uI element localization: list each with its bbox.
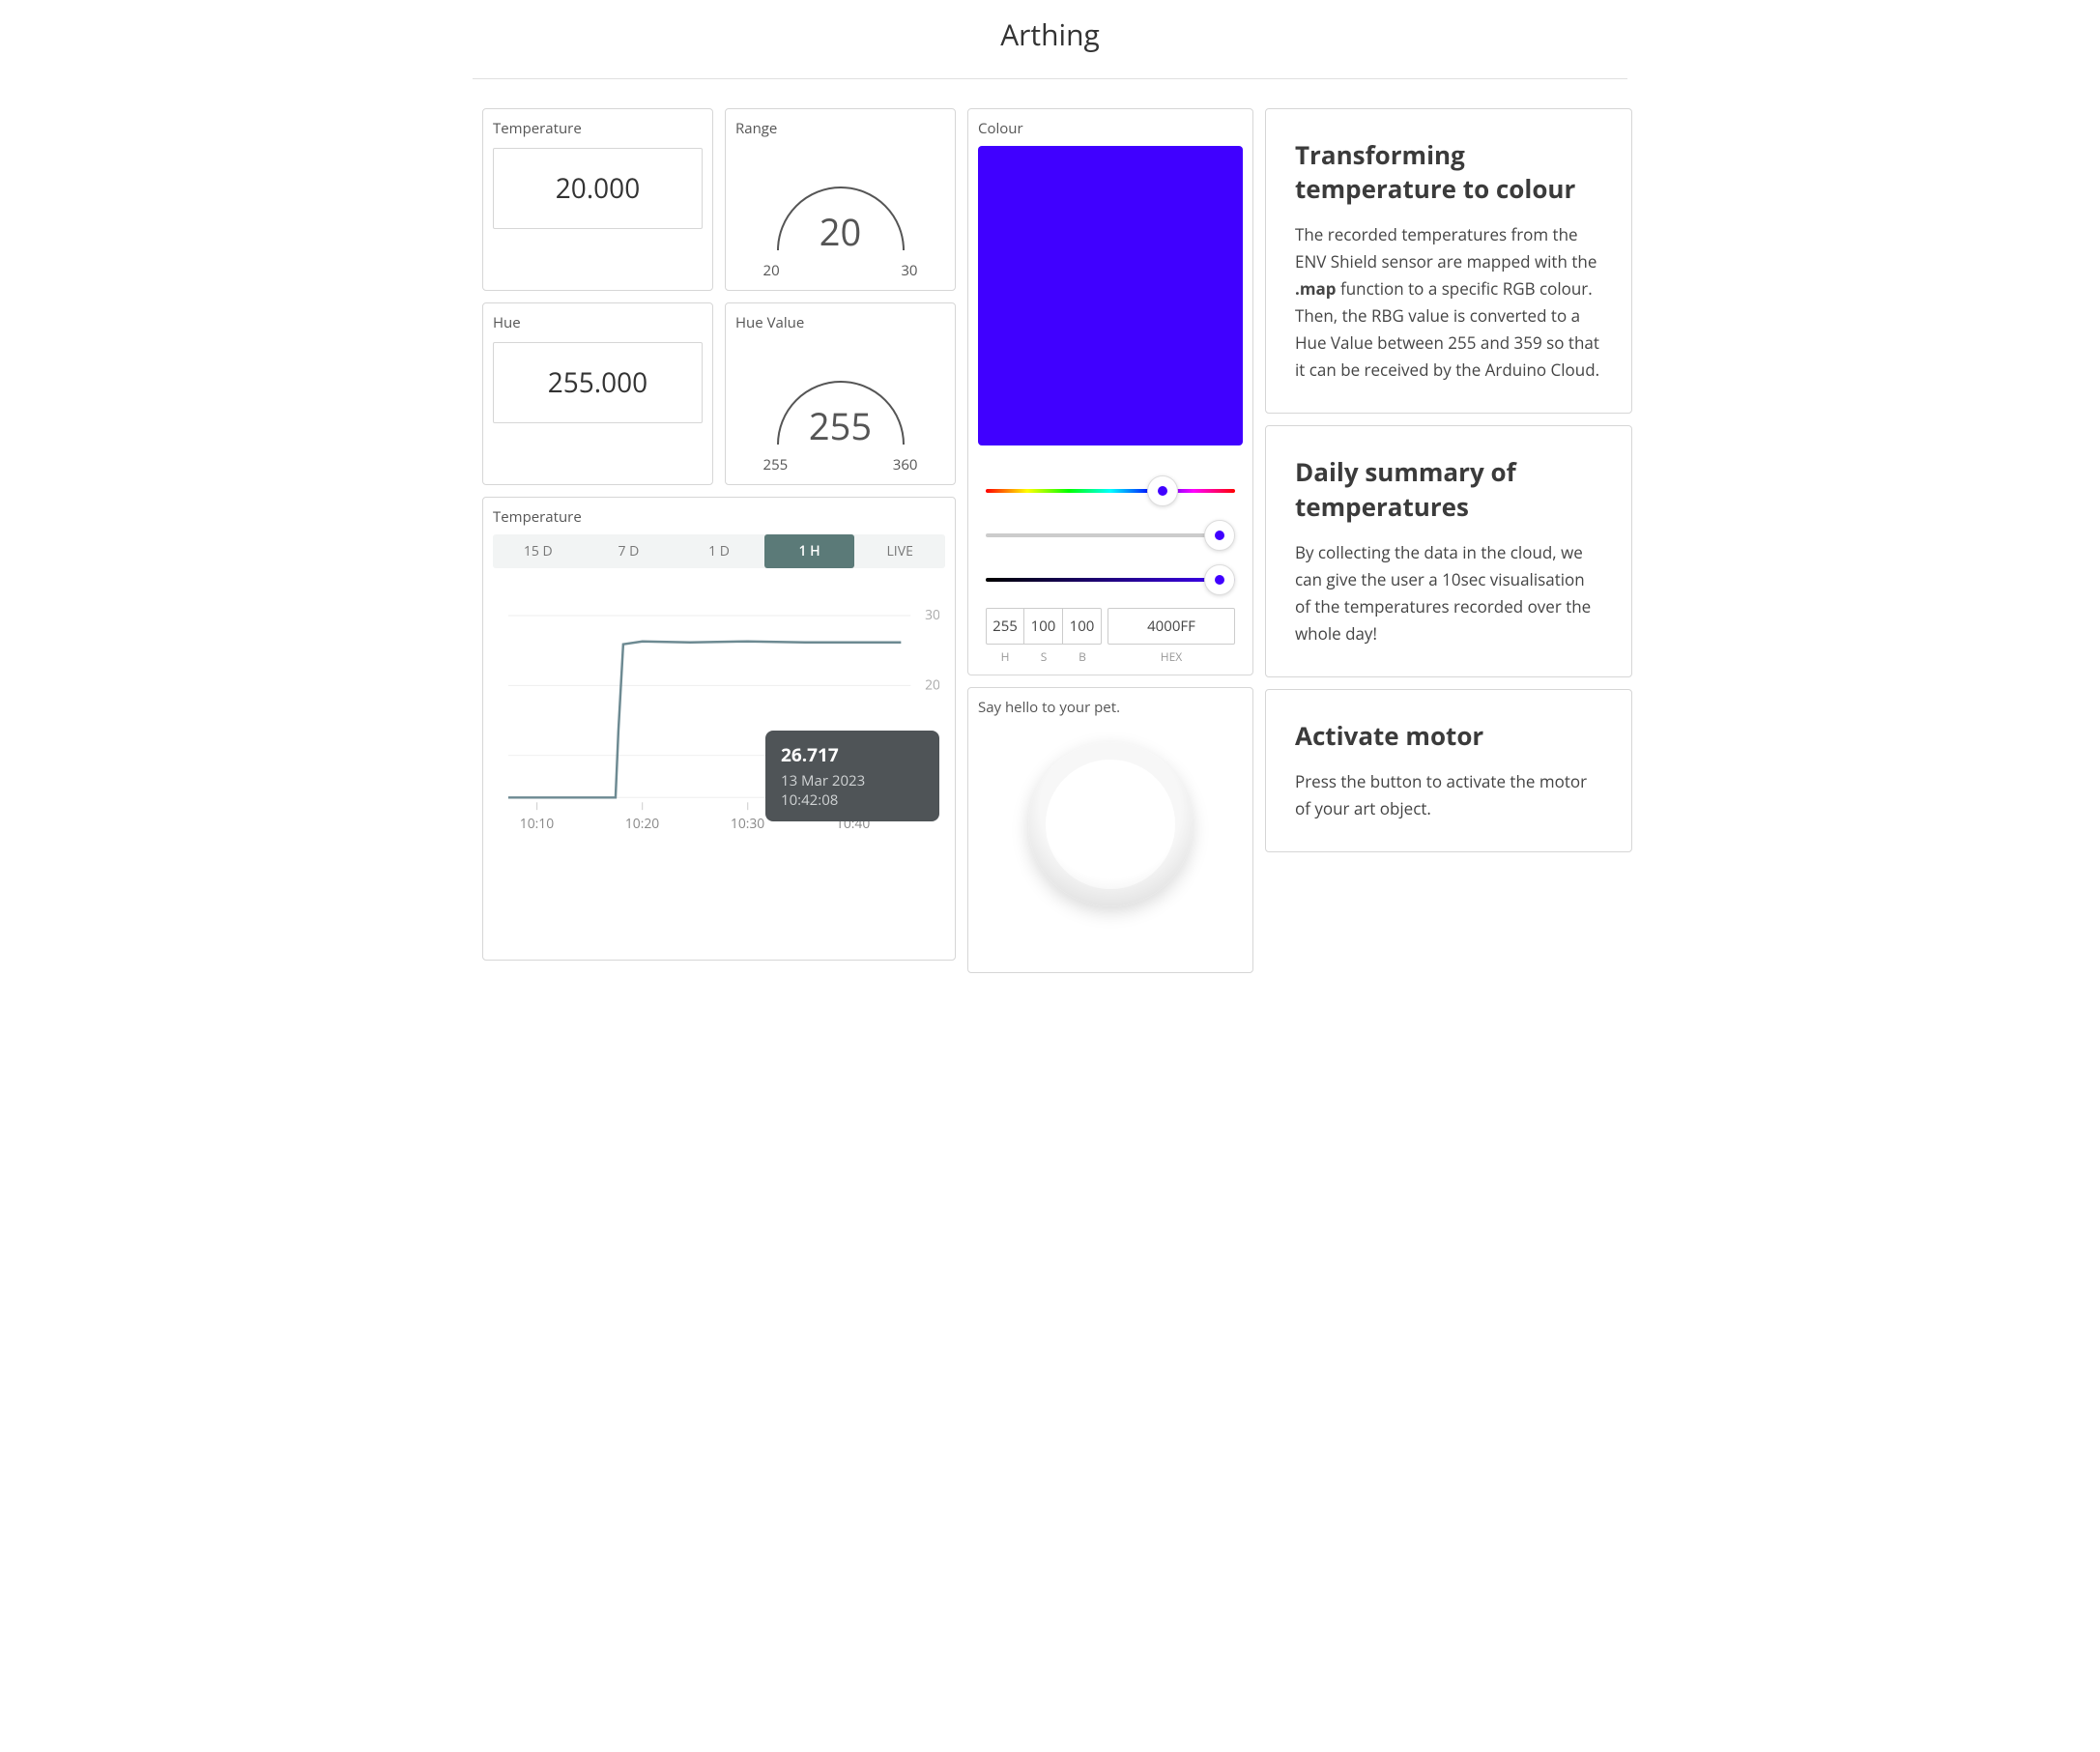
slider-knob-icon[interactable] bbox=[1204, 564, 1235, 595]
s-label: S bbox=[1024, 648, 1063, 665]
hue-min: 255 bbox=[763, 455, 789, 474]
tab-15d[interactable]: 15 D bbox=[493, 534, 584, 568]
temperature-chart-widget: Temperature 15 D 7 D 1 D 1 H LIVE 30 20 bbox=[482, 497, 956, 961]
hex-value[interactable]: 4000FF bbox=[1108, 608, 1235, 645]
b-value[interactable]: 100 bbox=[1063, 608, 1102, 645]
time-range-tabs: 15 D 7 D 1 D 1 H LIVE bbox=[493, 534, 945, 568]
widget-title: Range bbox=[735, 119, 945, 138]
brightness-slider[interactable] bbox=[986, 563, 1235, 596]
svg-text:10:30: 10:30 bbox=[731, 815, 764, 833]
h-label: H bbox=[986, 648, 1024, 665]
chart-area[interactable]: 30 20 0 0 10:10 10:20 10:30 10:40 bbox=[499, 595, 939, 847]
h-value[interactable]: 255 bbox=[986, 608, 1024, 645]
svg-text:20: 20 bbox=[925, 675, 939, 694]
tooltip-date: 13 Mar 2023 10:42:08 bbox=[781, 771, 924, 810]
dashboard: Temperature 20.000 Range 20 20 30 bbox=[473, 108, 1627, 973]
hue-slider[interactable] bbox=[986, 474, 1235, 507]
pet-widget: Say hello to your pet. bbox=[967, 687, 1253, 973]
widget-title: Hue Value bbox=[735, 313, 945, 332]
card-heading: Transforming temperature to colour bbox=[1295, 138, 1602, 206]
slider-knob-icon[interactable] bbox=[1204, 520, 1235, 551]
colour-widget: Colour 255 100 100 4000FF bbox=[967, 108, 1253, 675]
tab-7d[interactable]: 7 D bbox=[584, 534, 675, 568]
range-max: 30 bbox=[901, 261, 917, 280]
temperature-widget: Temperature 20.000 bbox=[482, 108, 713, 291]
tab-1d[interactable]: 1 D bbox=[674, 534, 764, 568]
hex-label: HEX bbox=[1108, 648, 1235, 665]
tab-live[interactable]: LIVE bbox=[854, 534, 945, 568]
saturation-slider[interactable] bbox=[986, 519, 1235, 552]
svg-text:10:10: 10:10 bbox=[520, 815, 554, 833]
hue-value: 255.000 bbox=[493, 342, 703, 423]
card-heading: Daily summary of temperatures bbox=[1295, 455, 1602, 523]
hue-widget: Hue 255.000 bbox=[482, 302, 713, 485]
hue-max: 360 bbox=[893, 455, 918, 474]
chart-tooltip: 26.717 13 Mar 2023 10:42:08 bbox=[765, 731, 939, 821]
slider-knob-icon[interactable] bbox=[1147, 475, 1178, 506]
range-gauge-value: 20 bbox=[820, 207, 861, 257]
hue-value-widget: Hue Value 255 255 360 bbox=[725, 302, 956, 485]
card-heading: Activate motor bbox=[1295, 719, 1602, 753]
tooltip-value: 26.717 bbox=[781, 742, 924, 767]
card-body: By collecting the data in the cloud, we … bbox=[1295, 539, 1602, 647]
range-min: 20 bbox=[763, 261, 780, 280]
info-card-summary: Daily summary of temperatures By collect… bbox=[1265, 425, 1632, 676]
page-header: Arthing bbox=[473, 0, 1627, 79]
widget-title: Hue bbox=[493, 313, 703, 332]
info-card-transform: Transforming temperature to colour The r… bbox=[1265, 108, 1632, 414]
widget-title: Temperature bbox=[493, 119, 703, 138]
widget-title: Temperature bbox=[493, 507, 945, 527]
card-body: The recorded temperatures from the ENV S… bbox=[1295, 221, 1602, 384]
b-label: B bbox=[1063, 648, 1102, 665]
svg-text:10:20: 10:20 bbox=[625, 815, 659, 833]
tab-1h[interactable]: 1 H bbox=[764, 534, 855, 568]
widget-title: Colour bbox=[978, 119, 1243, 138]
range-widget: Range 20 20 30 bbox=[725, 108, 956, 291]
svg-text:30: 30 bbox=[925, 606, 939, 624]
widget-title: Say hello to your pet. bbox=[978, 698, 1243, 717]
info-card-motor: Activate motor Press the button to activ… bbox=[1265, 689, 1632, 852]
hue-gauge-value: 255 bbox=[809, 401, 872, 451]
s-value[interactable]: 100 bbox=[1024, 608, 1063, 645]
temperature-value: 20.000 bbox=[493, 148, 703, 229]
colour-swatch bbox=[978, 146, 1243, 445]
card-body: Press the button to activate the motor o… bbox=[1295, 768, 1602, 822]
activate-button[interactable] bbox=[1028, 742, 1193, 906]
page-title: Arthing bbox=[473, 14, 1627, 54]
